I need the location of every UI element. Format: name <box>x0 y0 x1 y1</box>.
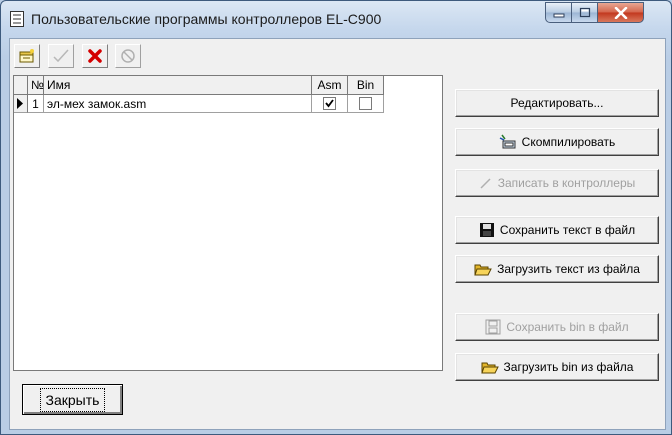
window-title: Пользовательские программы контроллеров … <box>31 11 382 27</box>
close-window-button[interactable] <box>597 2 644 23</box>
floppy-disk-icon <box>485 319 501 335</box>
row-indicator <box>14 95 28 113</box>
close-icon <box>614 6 627 19</box>
title-bar[interactable]: Пользовательские программы контроллеров … <box>1 1 671 35</box>
cancel-circle-icon <box>121 49 135 63</box>
indicator-column-header <box>14 76 28 95</box>
compile-button-label: Скомпилировать <box>521 135 616 149</box>
compile-icon <box>499 134 516 149</box>
confirm-button[interactable] <box>48 44 74 68</box>
current-row-arrow-icon <box>17 98 23 109</box>
save-bin-button[interactable]: Сохранить bin в файл <box>455 313 659 341</box>
column-header-number[interactable]: № <box>28 76 44 95</box>
compile-button[interactable]: Скомпилировать <box>455 128 659 156</box>
row-bin-cell <box>348 95 384 113</box>
row-name[interactable]: эл-мех замок.asm <box>44 95 312 113</box>
checkmark-icon <box>325 99 334 108</box>
delete-button[interactable] <box>82 44 108 68</box>
new-program-icon <box>19 49 34 63</box>
load-bin-button[interactable]: Загрузить bin из файла <box>455 353 659 381</box>
row-asm-cell <box>312 95 348 113</box>
program-list-icon <box>10 11 24 27</box>
write-pen-icon <box>480 178 491 189</box>
delete-x-icon <box>88 49 102 63</box>
programs-table[interactable]: № Имя Asm Bin 1 эл-мех замок.asm <box>13 75 443 371</box>
column-header-bin[interactable]: Bin <box>348 76 384 95</box>
write-button-label: Записать в контроллеры <box>497 176 636 190</box>
bin-checkbox[interactable] <box>359 97 372 110</box>
load-text-button[interactable]: Загрузить текст из файла <box>455 255 659 283</box>
asm-checkbox[interactable] <box>323 97 336 110</box>
minimize-icon <box>553 13 564 17</box>
column-header-name[interactable]: Имя <box>44 76 312 95</box>
checkmark-icon <box>53 49 69 63</box>
new-program-button[interactable] <box>14 44 40 68</box>
save-text-button[interactable]: Сохранить текст в файл <box>455 216 659 244</box>
dialog-client-area: № Имя Asm Bin 1 эл-мех замок.asm Редакти… <box>9 38 666 430</box>
close-button[interactable]: Закрыть <box>22 384 123 415</box>
main-window: Пользовательские программы контроллеров … <box>0 0 672 435</box>
write-to-controllers-button[interactable]: Записать в контроллеры <box>455 169 659 197</box>
column-header-asm[interactable]: Asm <box>312 76 348 95</box>
save-text-label: Сохранить текст в файл <box>499 223 636 237</box>
load-text-label: Загрузить текст из файла <box>497 262 640 276</box>
table-header: № Имя Asm Bin <box>14 76 442 95</box>
edit-button[interactable]: Редактировать... <box>455 89 659 117</box>
row-number: 1 <box>28 95 44 113</box>
edit-button-label: Редактировать... <box>510 96 604 110</box>
save-bin-label: Сохранить bin в файл <box>506 320 629 334</box>
maximize-button[interactable] <box>571 2 598 23</box>
open-folder-icon <box>474 264 492 275</box>
open-folder-icon <box>480 362 499 373</box>
floppy-disk-icon <box>479 223 494 237</box>
load-bin-label: Загрузить bin из файла <box>503 360 634 374</box>
cancel-button[interactable] <box>115 44 141 68</box>
minimize-button[interactable] <box>545 2 572 23</box>
maximize-icon <box>579 7 590 18</box>
close-button-label: Закрыть <box>39 387 106 412</box>
